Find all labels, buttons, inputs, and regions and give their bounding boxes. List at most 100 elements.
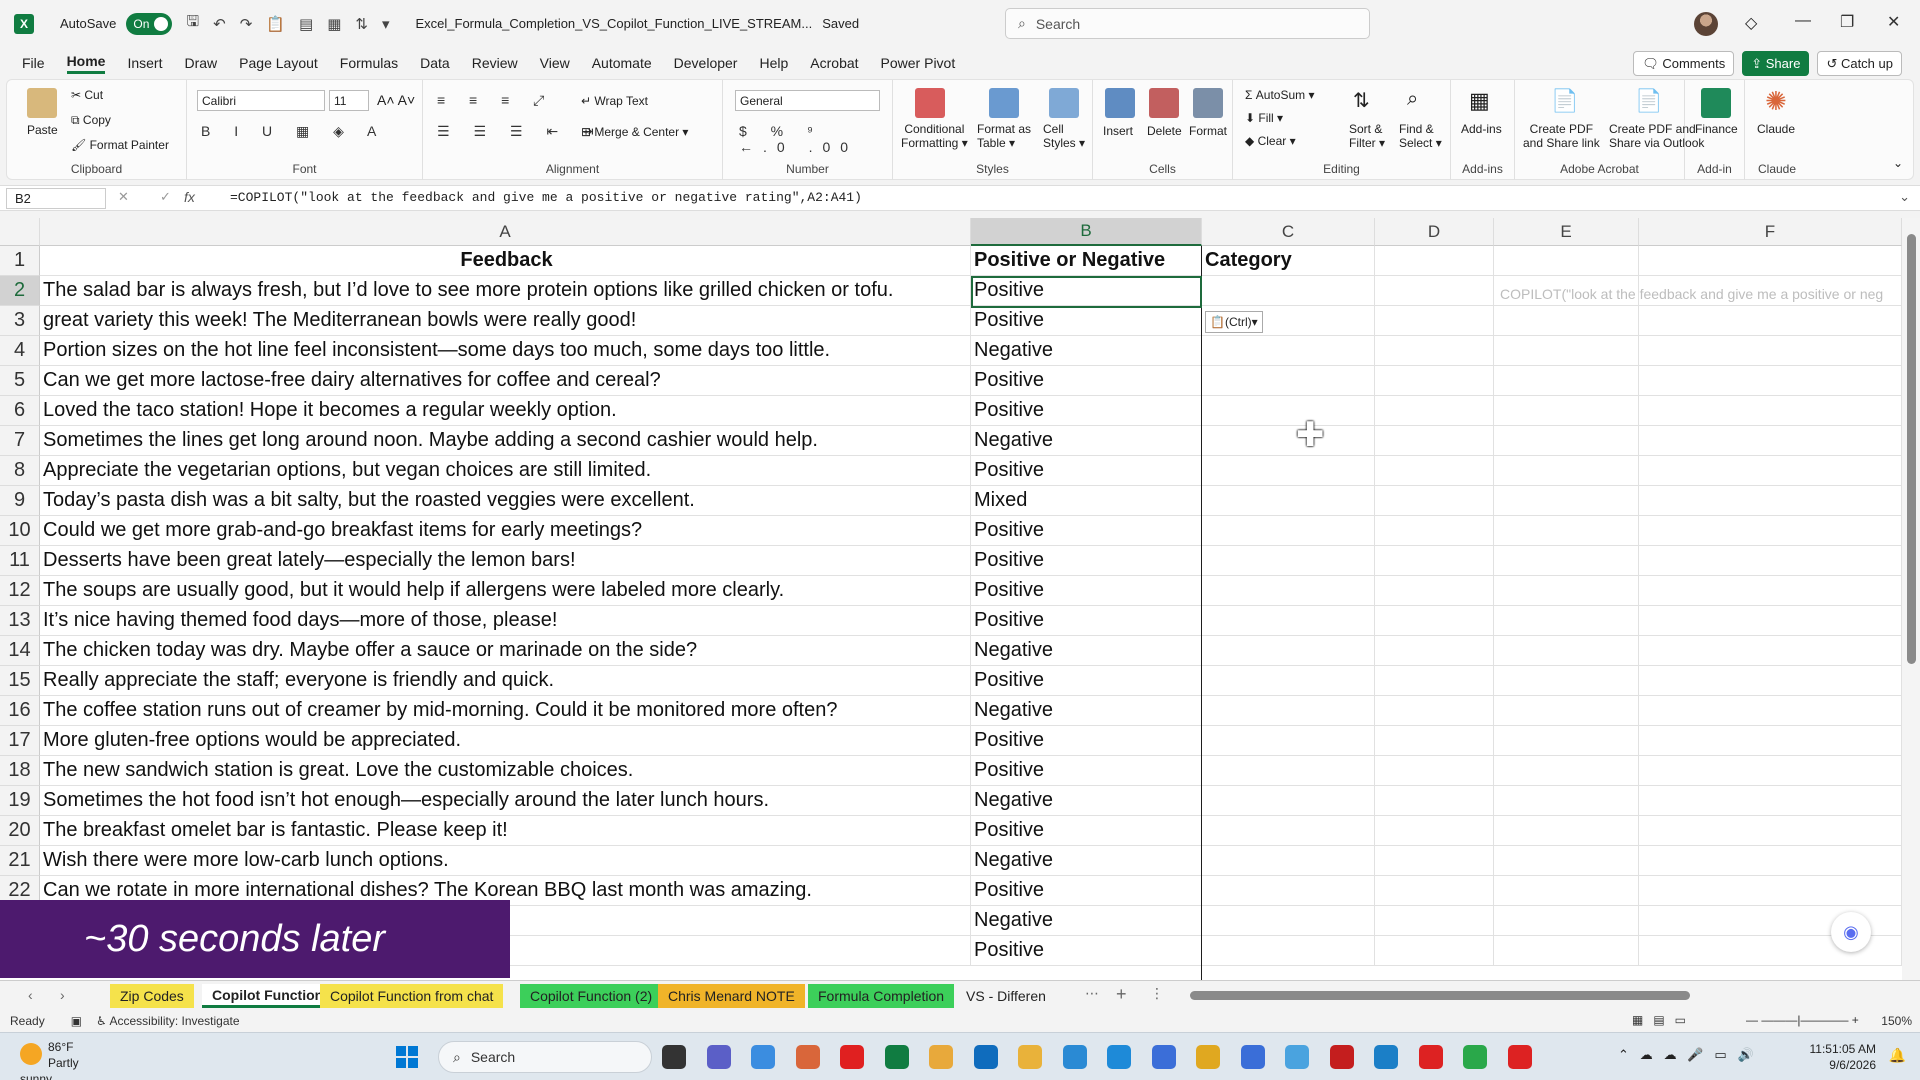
edge-icon[interactable] (1107, 1045, 1131, 1069)
horizontal-scrollbar[interactable] (1180, 991, 1890, 1001)
windows-start-icon[interactable] (396, 1046, 418, 1068)
app-icon[interactable] (1151, 1045, 1176, 1069)
row-header[interactable]: 2 (0, 276, 40, 306)
empty-cell[interactable] (1494, 906, 1639, 936)
vertical-align-icons[interactable]: ≡ ≡ ≡ ⤢ (437, 92, 554, 109)
excel-icon[interactable] (884, 1045, 909, 1069)
cell-styles-icon[interactable] (1049, 88, 1079, 118)
search-input[interactable]: ⌕ Search (1005, 8, 1370, 39)
rating-cell[interactable]: Positive (971, 726, 1202, 756)
restore-icon[interactable]: ❐ (1840, 12, 1854, 32)
border-icon[interactable]: ▦ (327, 15, 341, 33)
menu-page-layout[interactable]: Page Layout (239, 55, 318, 71)
row-header[interactable]: 5 (0, 366, 40, 396)
menu-draw[interactable]: Draw (184, 55, 217, 71)
sort-icon[interactable]: ⇅ (355, 15, 368, 33)
enter-icon[interactable]: ✓ (160, 189, 171, 205)
empty-cell[interactable] (1375, 486, 1494, 516)
app-icon[interactable] (1463, 1045, 1487, 1069)
sheet-tab[interactable]: Copilot Function (2) (520, 984, 663, 1008)
file-explorer-icon[interactable] (662, 1045, 686, 1069)
menu-acrobat[interactable]: Acrobat (810, 55, 858, 71)
finance-button[interactable]: Finance (1695, 122, 1738, 136)
empty-cell[interactable] (1494, 756, 1639, 786)
conditional-formatting-icon[interactable] (915, 88, 945, 118)
row-header[interactable]: 17 (0, 726, 40, 756)
rating-cell[interactable]: Positive (971, 276, 1202, 306)
copilot-icon[interactable] (751, 1045, 775, 1069)
empty-cell[interactable] (1639, 456, 1902, 486)
row-header[interactable]: 14 (0, 636, 40, 666)
vertical-scroll-thumb[interactable] (1907, 234, 1916, 664)
empty-cell[interactable] (1494, 336, 1639, 366)
category-cell[interactable] (1202, 516, 1375, 546)
feedback-cell[interactable]: Wish there were more low-carb lunch opti… (40, 846, 971, 876)
insert-cells-button[interactable]: Insert (1103, 124, 1133, 138)
collapse-ribbon-icon[interactable]: ⌄ (1893, 156, 1903, 170)
chrome-icon[interactable] (1285, 1045, 1309, 1069)
cancel-icon[interactable]: ✕ (118, 189, 129, 205)
fill-button[interactable]: ⬇ Fill ▾ (1245, 111, 1283, 125)
rating-cell[interactable]: Positive (971, 756, 1202, 786)
feedback-cell[interactable]: The salad bar is always fresh, but I’d l… (40, 276, 971, 306)
zoom-slider[interactable]: — ———|———— + (1746, 1013, 1859, 1027)
close-icon[interactable]: ✕ (1887, 12, 1900, 32)
font-name-select[interactable]: Calibri (197, 90, 325, 111)
row-header[interactable]: 19 (0, 786, 40, 816)
horizontal-scroll-thumb[interactable] (1190, 991, 1690, 1000)
row-header[interactable]: 9 (0, 486, 40, 516)
paste-icon[interactable] (27, 88, 57, 118)
sheet-tab[interactable]: Formula Completion (808, 984, 955, 1008)
grow-font-icon[interactable]: A˄ A˅ (377, 92, 415, 108)
empty-cell[interactable] (1639, 426, 1902, 456)
format-cells-button[interactable]: Format (1189, 124, 1227, 138)
sheet-tab[interactable]: Zip Codes (110, 984, 194, 1008)
column-header-e[interactable]: E (1494, 218, 1639, 246)
sort-filter-icon[interactable]: ⇅ (1353, 88, 1370, 113)
format-as-table-icon[interactable] (989, 88, 1019, 118)
empty-cell[interactable] (1639, 246, 1902, 276)
empty-cell[interactable] (1639, 606, 1902, 636)
empty-cell[interactable] (1639, 486, 1902, 516)
macro-icon[interactable]: ▣ (71, 1014, 82, 1028)
category-cell[interactable] (1202, 426, 1375, 456)
rating-cell[interactable]: Positive (971, 396, 1202, 426)
rating-cell[interactable]: Positive (971, 546, 1202, 576)
row-header[interactable]: 8 (0, 456, 40, 486)
menu-help[interactable]: Help (759, 55, 788, 71)
find-select-icon[interactable]: ⌕ (1407, 88, 1418, 111)
empty-cell[interactable] (1375, 696, 1494, 726)
row-header[interactable]: 20 (0, 816, 40, 846)
sheet-tab[interactable]: Chris Menard NOTE (658, 984, 805, 1008)
empty-cell[interactable] (1494, 696, 1639, 726)
empty-cell[interactable] (1494, 396, 1639, 426)
rating-cell[interactable]: Positive (971, 606, 1202, 636)
row-header[interactable]: 11 (0, 546, 40, 576)
notepad-icon[interactable] (1196, 1045, 1220, 1069)
empty-cell[interactable] (1639, 726, 1902, 756)
rating-cell[interactable]: Negative (971, 696, 1202, 726)
menu-view[interactable]: View (540, 55, 570, 71)
rating-cell[interactable]: Positive (971, 816, 1202, 846)
row-header[interactable]: 12 (0, 576, 40, 606)
empty-cell[interactable] (1494, 786, 1639, 816)
insert-cells-icon[interactable] (1105, 88, 1135, 118)
app-icon[interactable] (1374, 1045, 1398, 1069)
avatar[interactable] (1694, 12, 1718, 36)
empty-cell[interactable] (1639, 786, 1902, 816)
category-cell[interactable] (1202, 456, 1375, 486)
empty-cell[interactable] (1375, 366, 1494, 396)
claude-icon[interactable] (795, 1045, 820, 1069)
empty-cell[interactable] (1494, 666, 1639, 696)
empty-cell[interactable] (1494, 306, 1639, 336)
format-as-table-button[interactable]: Format as Table ▾ (977, 122, 1031, 150)
create-pdf-share-link-button[interactable]: Create PDF and Share link (1523, 122, 1600, 150)
category-cell[interactable] (1202, 936, 1375, 966)
empty-cell[interactable] (1494, 546, 1639, 576)
menu-data[interactable]: Data (420, 55, 450, 71)
empty-cell[interactable] (1639, 816, 1902, 846)
rating-cell[interactable]: Negative (971, 906, 1202, 936)
app-icon[interactable] (1240, 1045, 1265, 1069)
autosave-toggle[interactable]: On (126, 12, 173, 35)
empty-cell[interactable] (1494, 636, 1639, 666)
